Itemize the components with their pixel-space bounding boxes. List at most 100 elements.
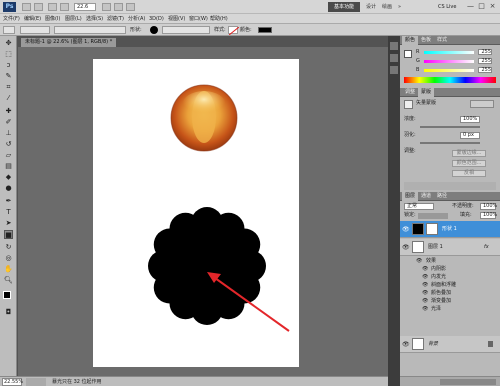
menu-analysis[interactable]: 分析(A) <box>128 14 145 24</box>
status-scroll[interactable] <box>26 378 46 386</box>
quick-select-tool-icon[interactable]: ✎ <box>4 72 13 81</box>
tab-layers[interactable]: 图层 <box>402 192 419 201</box>
menu-edit[interactable]: 编辑(E) <box>24 14 41 24</box>
layers-footer-buttons[interactable] <box>440 379 496 385</box>
crop-tool-icon[interactable]: ⌗ <box>4 83 13 92</box>
mask-edge-button[interactable]: 蒙版边缘... <box>452 150 486 157</box>
effect-row[interactable]: 👁︎ 斜面和浮雕 <box>400 281 500 289</box>
tool-preset-picker[interactable] <box>3 26 15 34</box>
quick-mask-icon[interactable]: ◘ <box>4 308 13 317</box>
hand-view-icon[interactable] <box>48 3 57 11</box>
slider-red[interactable]: R 255 <box>416 49 492 55</box>
shape-tool-buttons[interactable] <box>54 26 126 34</box>
effect-eye-icon[interactable]: 👁︎ <box>422 273 428 281</box>
screen-mode-icon[interactable] <box>114 3 123 11</box>
menu-3d[interactable]: 3D(D) <box>149 14 164 24</box>
menu-file[interactable]: 文件(F) <box>3 14 20 24</box>
brush-tool-icon[interactable]: ✐ <box>4 118 13 127</box>
effect-eye-icon[interactable]: 👁︎ <box>422 265 428 273</box>
layer-name[interactable]: 形状 1 <box>442 221 457 238</box>
3d-rotate-tool-icon[interactable]: ↻ <box>4 243 13 252</box>
invert-button[interactable]: 反相 <box>452 170 486 177</box>
layer-name[interactable]: 背景 <box>428 336 438 353</box>
color-fg-swatch[interactable] <box>404 50 412 58</box>
tab-masks[interactable]: 蒙版 <box>418 88 435 97</box>
layer-name[interactable]: 图层 1 <box>428 239 443 256</box>
menu-select[interactable]: 选择(S) <box>86 14 103 24</box>
fill-field[interactable]: 100% <box>480 212 497 219</box>
tab-adjustments[interactable]: 调整 <box>402 88 418 97</box>
layer-row-shape-1[interactable]: 👁︎ 形状 1 <box>400 221 500 238</box>
menu-window[interactable]: 窗口(W) <box>189 14 208 24</box>
effect-row[interactable]: 👁︎ 光泽 <box>400 305 500 313</box>
visibility-eye-icon[interactable]: 👁︎ <box>402 341 410 348</box>
color-range-button[interactable]: 颜色范围... <box>452 160 486 167</box>
type-tool-icon[interactable]: T <box>4 208 13 217</box>
effect-row[interactable]: 👁︎ 渐变叠加 <box>400 297 500 305</box>
effects-eye-icon[interactable]: 👁︎ <box>416 257 422 265</box>
lasso-tool-icon[interactable]: ↄ <box>4 61 13 70</box>
healing-tool-icon[interactable]: ✚ <box>4 107 13 116</box>
visibility-eye-icon[interactable]: 👁︎ <box>402 244 410 251</box>
workspace-design-tab[interactable]: 设计 <box>366 3 376 11</box>
rotate-view-icon[interactable] <box>126 3 135 11</box>
document-canvas[interactable] <box>93 59 299 367</box>
feather-field[interactable]: 0 px <box>460 132 480 139</box>
effect-eye-icon[interactable]: 👁︎ <box>422 281 428 289</box>
effect-eye-icon[interactable]: 👁︎ <box>422 305 428 313</box>
layer-row-layer-1[interactable]: 👁︎ 图层 1 fx <box>400 239 500 256</box>
shape-mode-buttons[interactable] <box>20 26 50 34</box>
opacity-field[interactable]: 100% <box>480 203 497 210</box>
dock-history-icon[interactable] <box>390 42 398 50</box>
eraser-tool-icon[interactable]: ▱ <box>4 151 13 160</box>
effect-row[interactable]: 👁︎ 颜色叠加 <box>400 289 500 297</box>
status-zoom-field[interactable]: 22.55% <box>2 378 23 386</box>
path-select-tool-icon[interactable]: ➤ <box>4 219 13 228</box>
tab-styles[interactable]: 样式 <box>434 36 450 45</box>
move-tool-icon[interactable]: ✥ <box>4 39 13 48</box>
path-ops-buttons[interactable] <box>162 26 210 34</box>
menu-filter[interactable]: 滤镜(T) <box>107 14 124 24</box>
3d-orbit-tool-icon[interactable]: ◎ <box>4 254 13 263</box>
tab-color[interactable]: 颜色 <box>402 36 419 45</box>
zoom-level-field[interactable]: 22.6 <box>74 3 96 11</box>
marquee-tool-icon[interactable]: ⬚ <box>4 50 13 59</box>
menu-help[interactable]: 帮助(H) <box>210 14 228 24</box>
blur-tool-icon[interactable]: ◆ <box>4 173 13 182</box>
hand-tool-icon[interactable]: ✋ <box>4 265 13 274</box>
vector-mask-thumbnail[interactable] <box>426 223 438 235</box>
tab-paths[interactable]: 路径 <box>434 192 450 201</box>
mini-bridge-icon[interactable] <box>34 3 43 11</box>
slider-green[interactable]: G 255 <box>416 58 492 64</box>
effect-row[interactable]: 👁︎ 内阴影 <box>400 265 500 273</box>
arrange-docs-icon[interactable] <box>102 3 111 11</box>
lock-buttons[interactable] <box>418 213 448 219</box>
effect-row[interactable]: 👁︎ 内发光 <box>400 273 500 281</box>
shape-tool-icon[interactable]: ■ <box>4 230 13 239</box>
menu-image[interactable]: 图像(I) <box>45 14 60 24</box>
bridge-icon[interactable] <box>22 3 31 11</box>
layer-row-background[interactable]: 👁︎ 背景 <box>400 336 500 353</box>
menu-view[interactable]: 视图(V) <box>168 14 185 24</box>
canvas-area[interactable] <box>18 47 388 376</box>
document-tab[interactable]: 未标题-1 @ 22.6% (图层 1, RGB/8) * <box>21 38 117 47</box>
workspace-more-icon[interactable]: » <box>398 3 401 11</box>
effect-eye-icon[interactable]: 👁︎ <box>422 289 428 297</box>
effects-header[interactable]: 👁︎ 效果 <box>400 257 500 265</box>
visibility-eye-icon[interactable]: 👁︎ <box>402 226 410 233</box>
blend-mode-select[interactable]: 正常 <box>404 203 434 210</box>
shape-picker-icon[interactable] <box>150 26 158 34</box>
dock-character-icon[interactable] <box>390 66 398 74</box>
workspace-essentials-button[interactable]: 基本功能 <box>328 2 360 12</box>
layer-fx-badge[interactable]: fx <box>484 239 489 256</box>
cs-live-button[interactable]: CS Live <box>438 2 462 12</box>
workspace-paint-tab[interactable]: 绘画 <box>382 3 392 11</box>
clone-stamp-tool-icon[interactable]: ⊥ <box>4 129 13 138</box>
dock-properties-icon[interactable] <box>390 54 398 62</box>
eyedropper-tool-icon[interactable]: ⁄ <box>4 94 13 103</box>
density-field[interactable]: 100% <box>460 116 480 123</box>
menu-layer[interactable]: 图层(L) <box>65 14 82 24</box>
zoom-tool-icon[interactable]: 🔍︎ <box>4 276 13 285</box>
style-picker[interactable] <box>228 26 240 36</box>
close-icon[interactable]: × <box>488 2 497 11</box>
